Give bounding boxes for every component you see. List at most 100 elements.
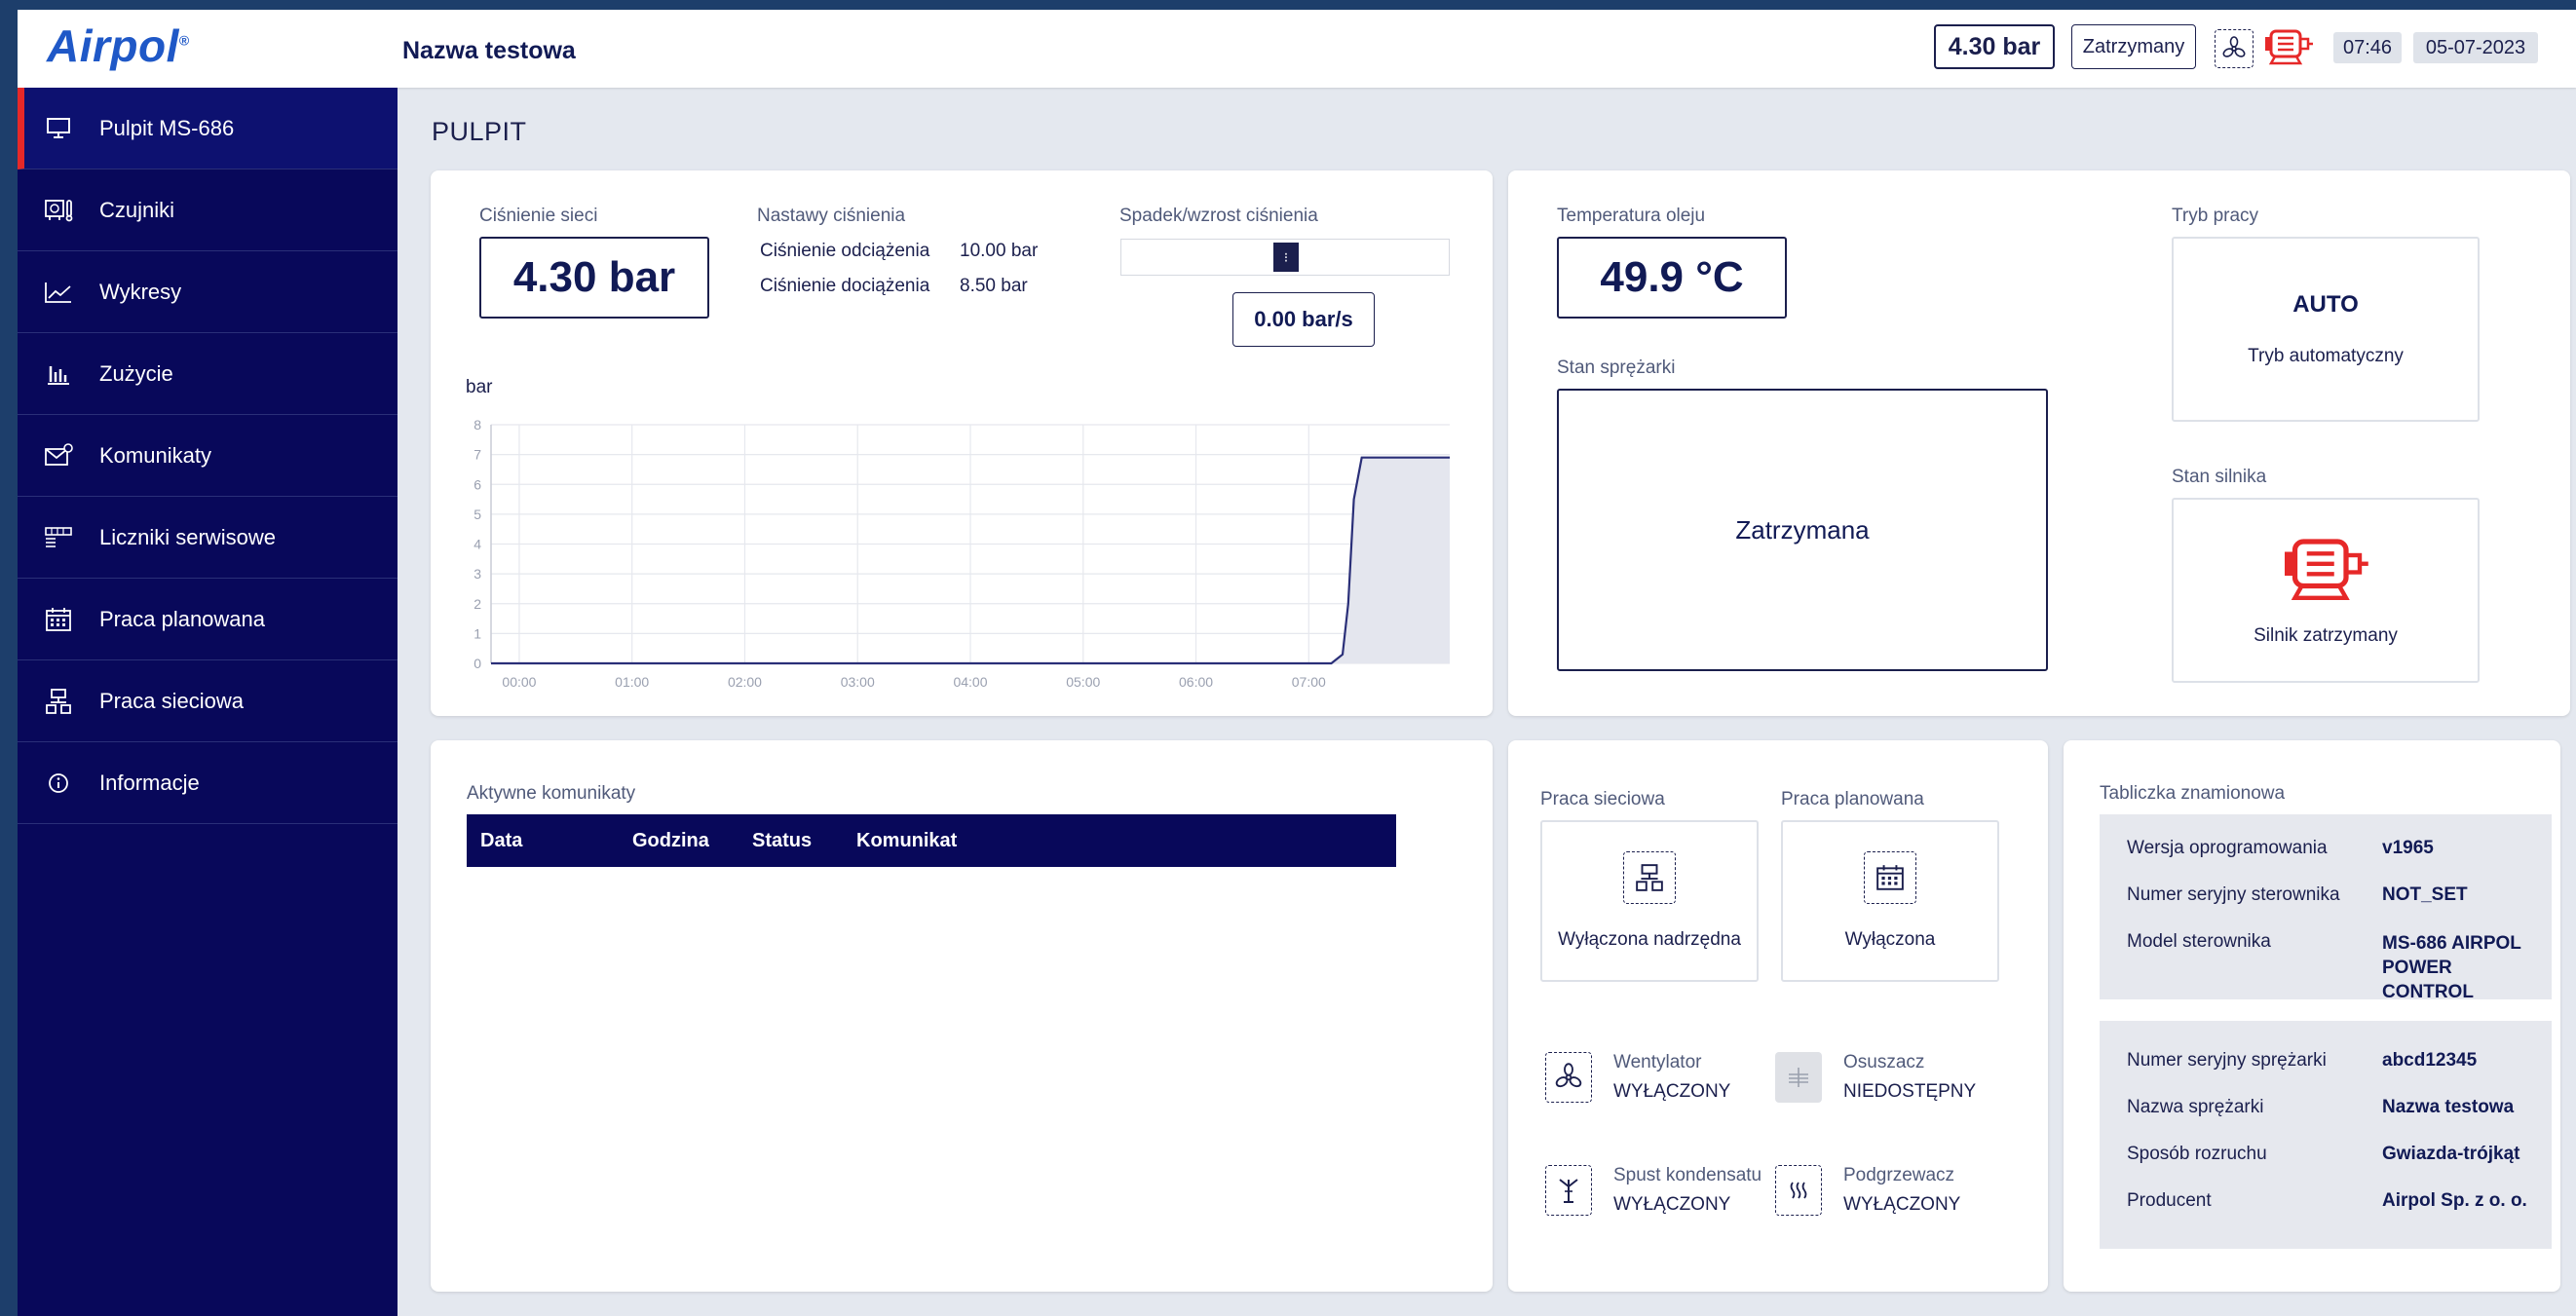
chart-xtick-label: 00:00 (502, 674, 536, 690)
nameplate-card: Tabliczka znamionowa Wersja oprogramowan… (2064, 740, 2560, 1292)
sidebar-item-planned-work[interactable]: Praca planowana (18, 579, 398, 660)
column-date[interactable]: Data (480, 830, 522, 852)
work-card: Praca sieciowa Wyłączona nadrzędna Praca… (1508, 740, 2048, 1292)
sidebar-item-label: Informacje (99, 770, 200, 795)
column-message[interactable]: Komunikat (856, 830, 957, 852)
plate-value: Airpol Sp. z o. o. (2382, 1190, 2527, 1211)
chart-ytick-label: 2 (474, 596, 481, 612)
planned-work-box[interactable]: Wyłączona (1781, 820, 1999, 982)
sidebar-item-service-counters[interactable]: Liczniki serwisowe (18, 497, 398, 579)
plate-value: Nazwa testowa (2382, 1097, 2515, 1117)
header-time: 07:46 (2333, 32, 2402, 63)
motor-icon (2263, 27, 2314, 66)
plate-key: Numer seryjny sterownika (2127, 884, 2340, 905)
sidebar-item-sensors[interactable]: Czujniki (18, 169, 398, 251)
chart-series-line (491, 456, 1450, 665)
plate-key: Nazwa sprężarki (2127, 1097, 2264, 1117)
column-time[interactable]: Godzina (632, 830, 709, 852)
airpol-logo[interactable]: Airpol® (47, 19, 190, 72)
network-work-box[interactable]: Wyłączona nadrzędna (1540, 820, 1759, 982)
messages-card: Aktywne komunikaty Data Godzina Status K… (431, 740, 1493, 1292)
plate-value: abcd12345 (2382, 1050, 2478, 1071)
controller-plate: Wersja oprogramowania v1965 Numer seryjn… (2100, 814, 2552, 1002)
chart-ylabel: bar (466, 377, 493, 397)
planned-work-label: Praca planowana (1781, 789, 1924, 809)
device-name: Osuszacz (1843, 1052, 1925, 1072)
mode-value: AUTO (2292, 291, 2359, 318)
device-state: WYŁĄCZONY (1843, 1194, 1961, 1215)
load-pressure-label: Ciśnienie dociążenia (760, 276, 930, 296)
fan-icon (1545, 1052, 1592, 1103)
drain-icon (1545, 1165, 1592, 1216)
header-date: 05-07-2023 (2413, 32, 2538, 63)
mode-label: Tryb pracy (2172, 206, 2259, 226)
device-state: NIEDOSTĘPNY (1843, 1081, 1977, 1102)
motor-state-box: Silnik zatrzymany (2172, 498, 2480, 683)
dryer-icon (1775, 1052, 1822, 1103)
sensor-icon (41, 193, 76, 228)
network-icon (41, 684, 76, 719)
sidebar-item-charts[interactable]: Wykresy (18, 251, 398, 333)
plate-key: Model sterownika (2127, 931, 2271, 952)
sidebar-item-label: Zużycie (99, 360, 173, 386)
load-pressure-value: 8.50 bar (960, 276, 1028, 296)
chart-xtick-label: 06:00 (1179, 674, 1213, 690)
heater-icon (1775, 1165, 1822, 1216)
calendar-icon (1864, 851, 1916, 904)
network-icon (1623, 851, 1676, 904)
network-work-value: Wyłączona nadrzędna (1558, 929, 1741, 950)
chart-ytick-label: 5 (474, 507, 481, 522)
chart-series-area (491, 457, 1450, 663)
monitor-icon (41, 111, 76, 146)
sidebar-item-label: Praca planowana (99, 606, 266, 631)
plate-key: Wersja oprogramowania (2127, 838, 2328, 858)
mode-box[interactable]: AUTO Tryb automatyczny (2172, 237, 2480, 422)
compressor-state-label: Stan sprężarki (1557, 357, 1676, 378)
sidebar-item-information[interactable]: Informacje (18, 742, 398, 824)
plate-key: Numer seryjny sprężarki (2127, 1050, 2327, 1071)
pressure-card: Ciśnienie sieci 4.30 bar Nastawy ciśnien… (431, 170, 1493, 716)
planned-work-value: Wyłączona (1844, 929, 1936, 950)
column-status[interactable]: Status (752, 830, 812, 852)
app-frame: Airpol® Nazwa testowa 4.30 bar Zatrzyman… (18, 10, 2576, 1316)
chart-ytick-label: 6 (474, 476, 481, 492)
chart-xtick-label: 04:00 (953, 674, 987, 690)
sidebar-item-network-work[interactable]: Praca sieciowa (18, 660, 398, 742)
chart-xtick-label: 02:00 (728, 674, 762, 690)
nameplate-title: Tabliczka znamionowa (2100, 783, 2286, 804)
unload-pressure-value: 10.00 bar (960, 241, 1039, 261)
compressor-plate: Numer seryjny sprężarki abcd12345 Nazwa … (2100, 1021, 2552, 1249)
chart-xtick-label: 05:00 (1066, 674, 1100, 690)
device-state: WYŁĄCZONY (1613, 1194, 1731, 1215)
sidebar-item-label: Praca sieciowa (99, 688, 244, 713)
chart-ytick-label: 0 (474, 656, 481, 671)
device-name: Spust kondensatu (1613, 1165, 1762, 1185)
sidebar-item-messages[interactable]: Komunikaty (18, 415, 398, 497)
motor-state-label: Stan silnika (2172, 467, 2267, 487)
pressure-rate-bar: ⁝ (1120, 239, 1450, 276)
motor-state-value: Silnik zatrzymany (2254, 624, 2398, 646)
chart-xtick-label: 03:00 (841, 674, 875, 690)
sidebar-item-consumption[interactable]: Zużycie (18, 333, 398, 415)
plate-value: MS-686 AIRPOL POWER CONTROL (2382, 933, 2521, 1002)
device-name: Podgrzewacz (1843, 1165, 1955, 1185)
messages-table-header: Data Godzina Status Komunikat (467, 814, 1396, 867)
page-title: PULPIT (432, 117, 527, 146)
compressor-state-value: Zatrzymana (1557, 389, 2048, 671)
pressure-rate-label: Spadek/wzrost ciśnienia (1119, 206, 1318, 226)
chart-ytick-label: 1 (474, 625, 481, 641)
top-bar: Airpol® Nazwa testowa 4.30 bar Zatrzyman… (18, 10, 2576, 88)
mode-description: Tryb automatyczny (2248, 346, 2404, 366)
oil-temp-label: Temperatura oleju (1557, 206, 1706, 226)
calendar-icon (41, 602, 76, 637)
messages-title: Aktywne komunikaty (467, 783, 636, 804)
plate-value: NOT_SET (2382, 884, 2468, 905)
sidebar-item-label: Komunikaty (99, 442, 211, 468)
bar-chart-icon (41, 357, 76, 392)
chart-ytick-label: 3 (474, 566, 481, 582)
chart-xtick-label: 01:00 (615, 674, 649, 690)
envelope-icon (41, 438, 76, 473)
sidebar-item-label: Wykresy (99, 279, 182, 304)
pressure-rate-indicator: ⁝ (1273, 243, 1299, 272)
sidebar-item-dashboard[interactable]: Pulpit MS-686 (18, 88, 398, 169)
